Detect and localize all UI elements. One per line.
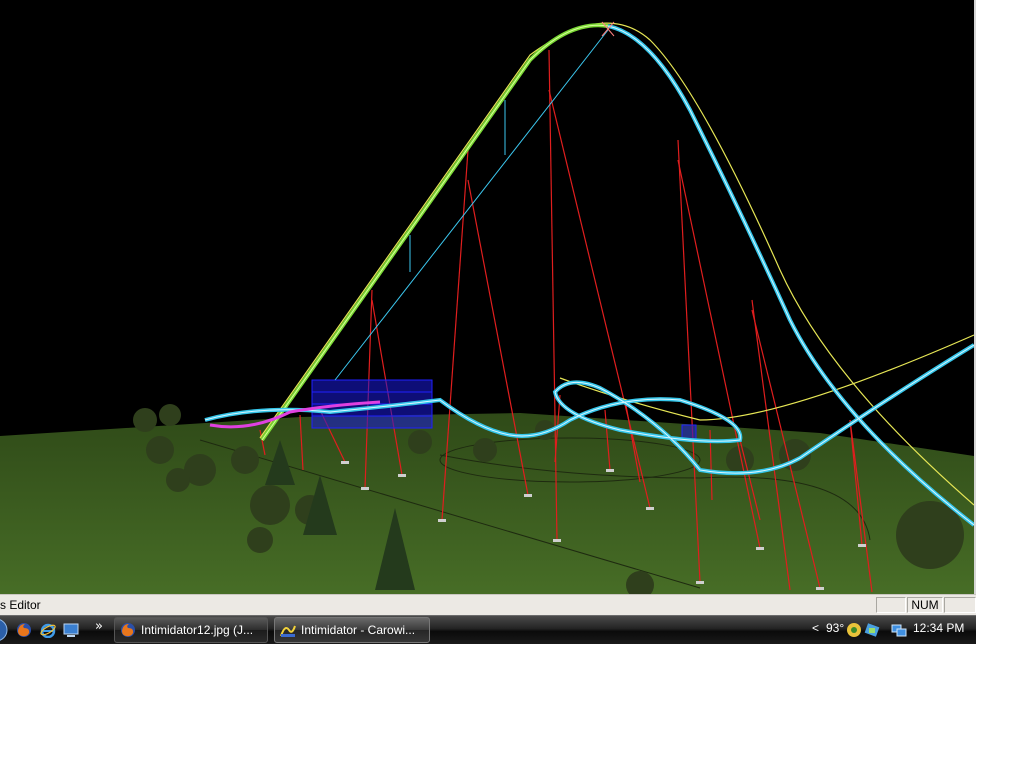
weather-icon[interactable] <box>846 622 862 638</box>
coaster-scene <box>0 21 974 594</box>
sync-icon[interactable] <box>864 622 880 638</box>
window-border <box>974 0 976 594</box>
firefox-icon[interactable] <box>16 622 32 638</box>
status-pane-scroll <box>944 597 976 613</box>
tray-expand-button[interactable]: < <box>812 621 819 635</box>
temperature-readout[interactable]: 93° <box>826 621 844 635</box>
status-text: s Editor <box>0 598 41 612</box>
task-button-coaster-editor[interactable]: Intimidator - Carowi... <box>274 617 430 643</box>
taskbar: » Intimidator12.jpg (J... Intimidator - … <box>0 615 976 644</box>
guide-line <box>334 29 609 381</box>
firefox-icon <box>121 623 135 637</box>
3d-viewport[interactable] <box>0 0 974 594</box>
show-desktop-icon[interactable] <box>63 622 79 638</box>
task-label: Intimidator12.jpg (J... <box>141 623 254 637</box>
coaster-editor-icon <box>280 625 296 637</box>
status-pane-caps <box>876 597 906 613</box>
lift-hill <box>260 23 609 442</box>
clock[interactable]: 12:34 PM <box>913 621 964 635</box>
status-pane-num: NUM <box>907 597 943 613</box>
task-button-image-viewer[interactable]: Intimidator12.jpg (J... <box>114 617 268 643</box>
ie-icon[interactable] <box>40 622 56 638</box>
status-bar: s Editor NUM <box>0 594 976 615</box>
start-button[interactable] <box>0 618 8 642</box>
task-label: Intimidator - Carowi... <box>301 623 416 637</box>
network-icon[interactable] <box>891 622 907 638</box>
quicklaunch-more-button[interactable]: » <box>95 619 103 634</box>
